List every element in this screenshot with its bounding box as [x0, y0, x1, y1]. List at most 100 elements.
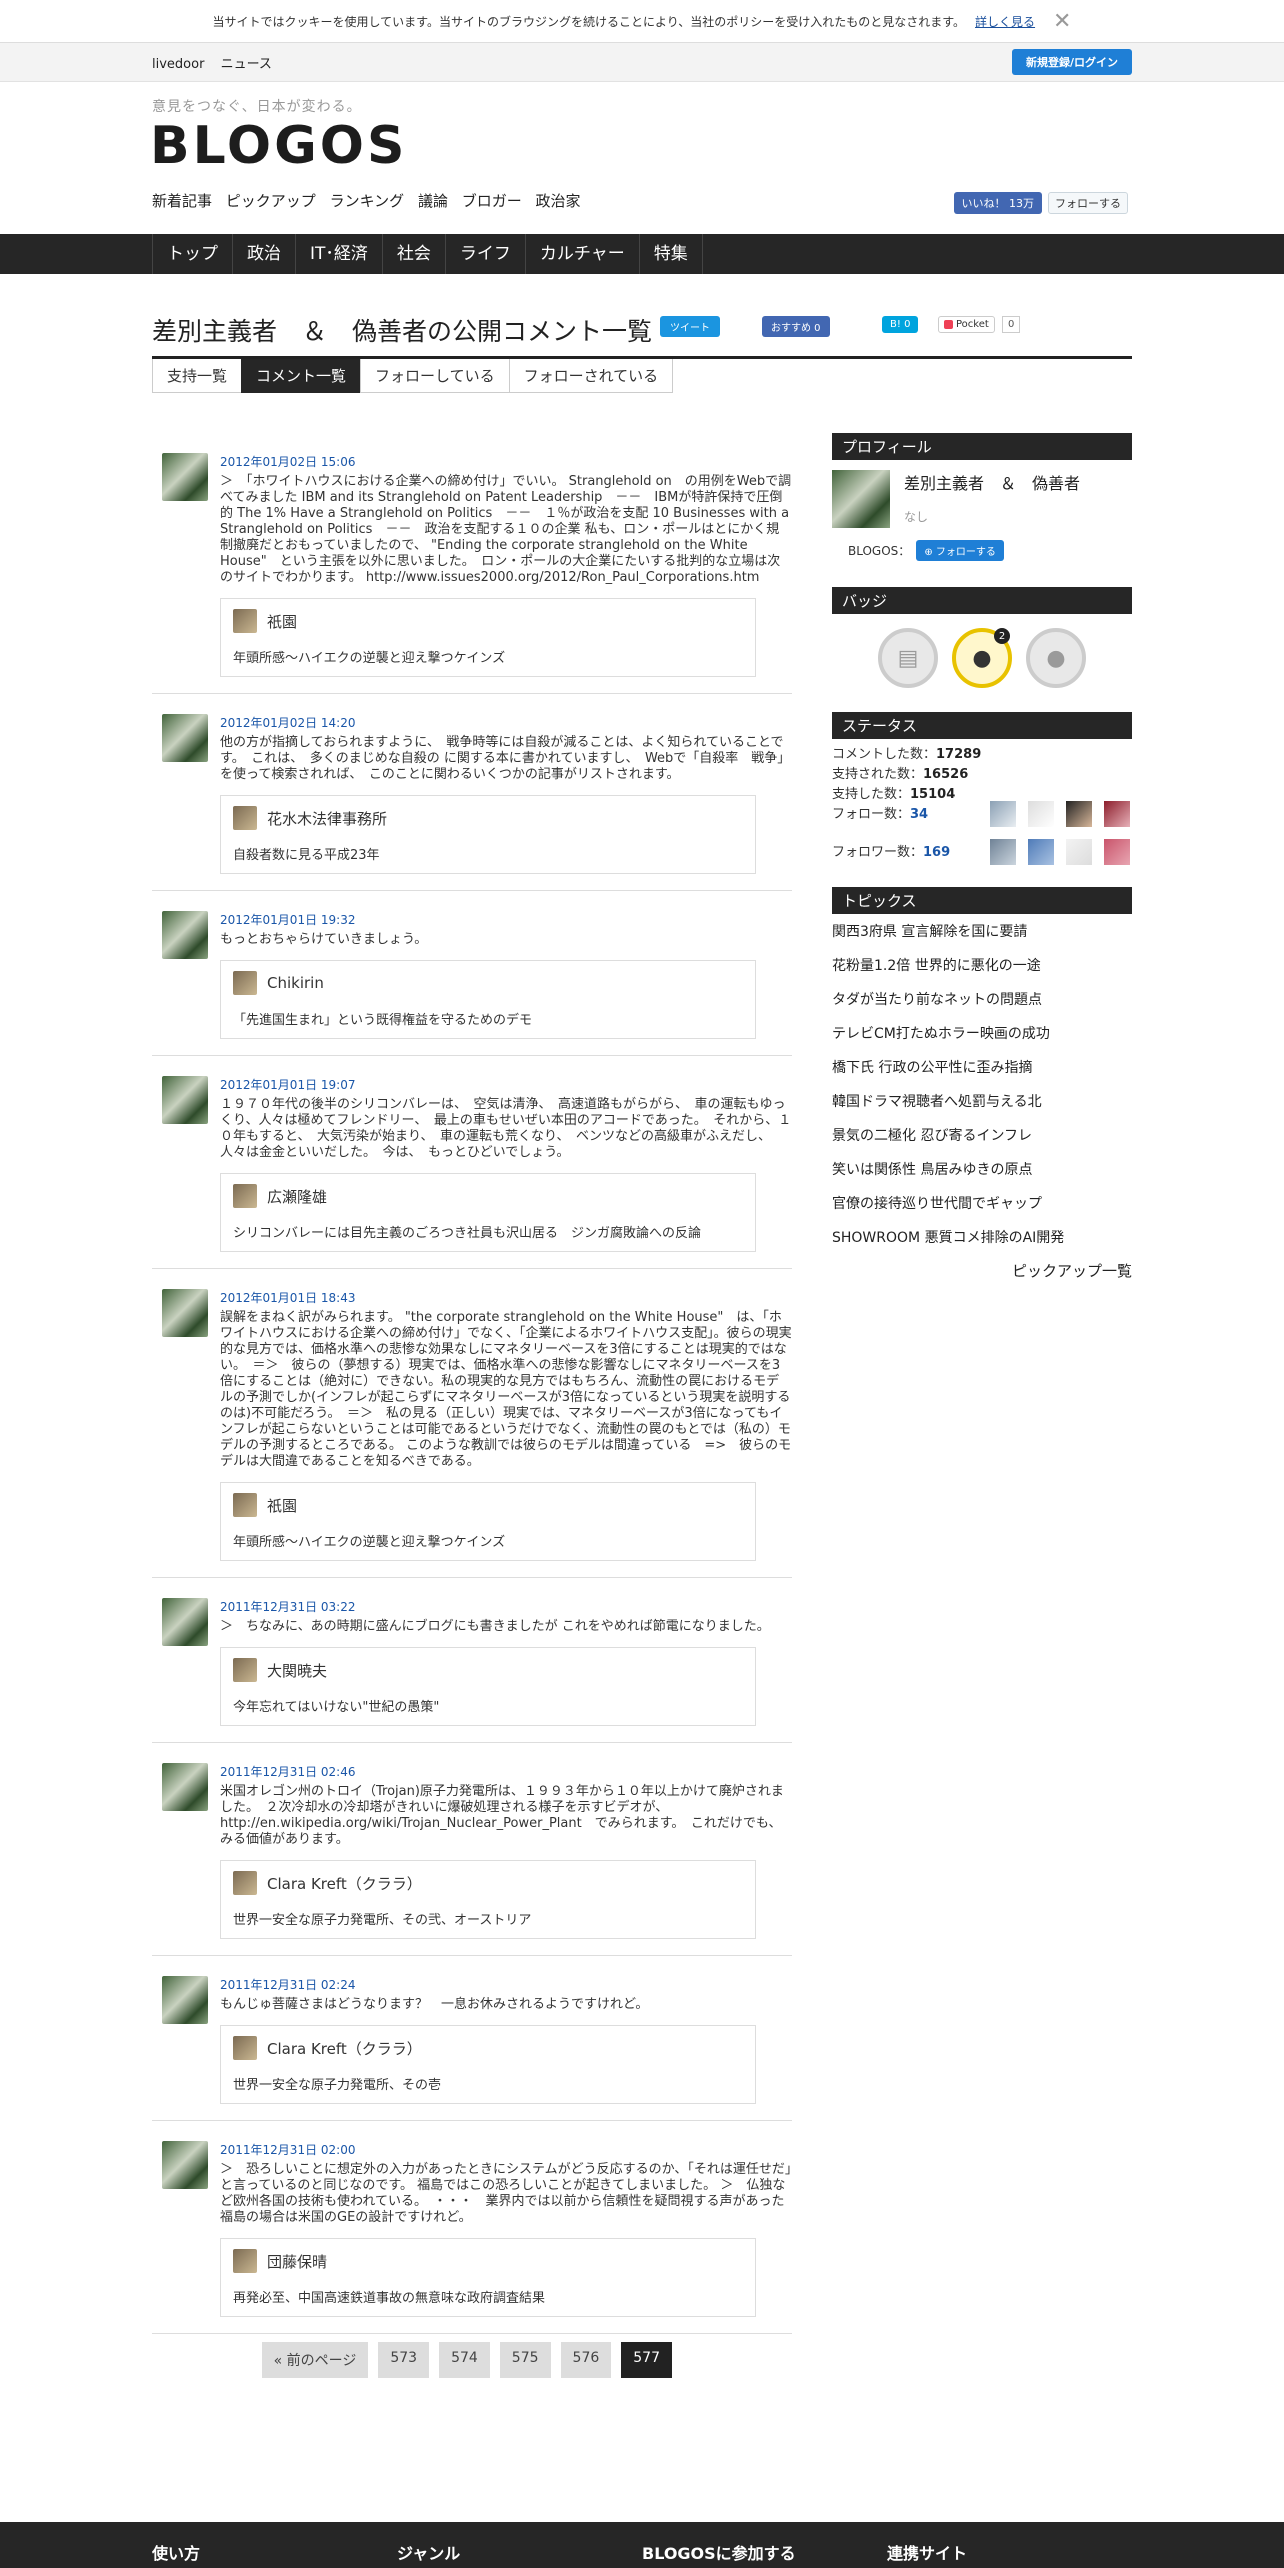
- post-title[interactable]: 年頭所感〜ハイエクの逆襲と迎え撃つケインズ: [233, 1531, 743, 1550]
- avatar[interactable]: [1066, 839, 1092, 865]
- commented-post-card[interactable]: Clara Kreft（クララ） 世界一安全な原子力発電所、その壱: [220, 2025, 756, 2104]
- page-number-button[interactable]: 576: [560, 2342, 612, 2378]
- topic-link[interactable]: 笑いは関係性 鳥居みゆきの原点: [832, 1152, 1132, 1186]
- news-link[interactable]: ニュース: [221, 57, 272, 72]
- topic-link[interactable]: 韓国ドラマ視聴者へ処罰与える北: [832, 1084, 1132, 1118]
- comment-timestamp[interactable]: 2012年01月01日 19:32: [220, 911, 792, 928]
- avatar[interactable]: [1104, 839, 1130, 865]
- avatar[interactable]: [162, 2141, 208, 2189]
- pickup-list-link[interactable]: ピックアップ一覧: [832, 1260, 1132, 1281]
- topic-link[interactable]: 官僚の接待巡り世代間でギャップ: [832, 1186, 1132, 1220]
- post-author-name[interactable]: 広瀬隆雄: [267, 1186, 327, 1207]
- facebook-recommend-button[interactable]: おすすめ 0: [762, 316, 830, 337]
- facebook-badge-icon[interactable]: ●: [1026, 628, 1086, 688]
- post-title[interactable]: 「先進国生まれ」という既得権益を守るためのデモ: [233, 1009, 743, 1028]
- comment-timestamp[interactable]: 2012年01月02日 15:06: [220, 453, 792, 470]
- post-author-name[interactable]: 花水木法律事務所: [267, 808, 387, 829]
- topic-link[interactable]: 関西3府県 宣言解除を国に要請: [832, 914, 1132, 948]
- post-title[interactable]: 今年忘れてはいけない"世紀の愚策": [233, 1696, 743, 1715]
- avatar[interactable]: [990, 801, 1016, 827]
- hatena-bookmark-button[interactable]: B! 0: [882, 316, 919, 333]
- avatar[interactable]: [1028, 839, 1054, 865]
- post-author-name[interactable]: Clara Kreft（クララ）: [267, 1873, 422, 1894]
- followers-count-link[interactable]: 169: [923, 845, 950, 860]
- topic-link[interactable]: タダが当たり前なネットの問題点: [832, 982, 1132, 1016]
- livedoor-link[interactable]: livedoor: [152, 57, 204, 72]
- footer-genre[interactable]: ジャンル: [397, 2540, 642, 2564]
- avatar[interactable]: [162, 1976, 208, 2024]
- comment-timestamp[interactable]: 2011年12月31日 02:24: [220, 1976, 792, 1993]
- commented-post-card[interactable]: 広瀬隆雄シリコンバレーには目先主義のごろつき社員も沢山居る ジンガ腐敗論への反論: [220, 1173, 756, 1252]
- commented-post-card[interactable]: Clara Kreft（クララ） 世界一安全な原子力発電所、その弐、オーストリア: [220, 1860, 756, 1939]
- comment-timestamp[interactable]: 2012年01月01日 18:43: [220, 1289, 792, 1306]
- avatar[interactable]: [162, 453, 208, 501]
- post-author-name[interactable]: 祇園: [267, 1495, 297, 1516]
- page-number-button[interactable]: 574: [439, 2342, 490, 2378]
- speaker-badge-icon[interactable]: ● 2: [952, 628, 1012, 688]
- topic-link[interactable]: テレビCM打たぬホラー映画の成功: [832, 1016, 1132, 1050]
- subnav-blogger[interactable]: ブロガー: [462, 192, 522, 210]
- newspaper-badge-icon[interactable]: ▤: [878, 628, 938, 688]
- nav-special[interactable]: 特集: [638, 234, 703, 274]
- comment-timestamp[interactable]: 2011年12月31日 03:22: [220, 1598, 792, 1615]
- tab-comments[interactable]: コメント一覧: [241, 359, 362, 393]
- commented-post-card[interactable]: 祇園年頭所感〜ハイエクの逆襲と迎え撃つケインズ: [220, 598, 756, 677]
- avatar[interactable]: [1028, 801, 1054, 827]
- commented-post-card[interactable]: 祇園年頭所感〜ハイエクの逆襲と迎え撃つケインズ: [220, 1482, 756, 1561]
- commented-post-card[interactable]: 大関暁夫今年忘れてはいけない"世紀の愚策": [220, 1647, 756, 1726]
- post-title[interactable]: 世界一安全な原子力発電所、その壱: [233, 2074, 743, 2093]
- comment-timestamp[interactable]: 2012年01月01日 19:07: [220, 1076, 792, 1093]
- facebook-like-button[interactable]: いいね！ 13万: [953, 192, 1042, 214]
- page-number-button[interactable]: 575: [499, 2342, 551, 2378]
- topic-link[interactable]: SHOWROOM 悪質コメ排除のAI開発: [832, 1220, 1132, 1254]
- nav-politics[interactable]: 政治: [232, 234, 295, 274]
- post-title[interactable]: 自殺者数に見る平成23年: [233, 844, 743, 863]
- blogos-logo[interactable]: BLOGOS: [150, 116, 407, 176]
- avatar[interactable]: [1104, 801, 1130, 827]
- avatar[interactable]: [162, 1598, 208, 1646]
- twitter-follow-button[interactable]: フォローする: [1048, 192, 1128, 214]
- page-number-button[interactable]: 573: [378, 2342, 430, 2378]
- post-title[interactable]: 年頭所感〜ハイエクの逆襲と迎え撃つケインズ: [233, 647, 743, 666]
- avatar[interactable]: [162, 1289, 208, 1337]
- tweet-button[interactable]: ツイート: [660, 316, 720, 337]
- subnav-debate[interactable]: 議論: [418, 192, 448, 210]
- footer-join[interactable]: BLOGOSに参加する: [642, 2540, 887, 2564]
- prev-page-button[interactable]: « 前のページ: [261, 2342, 369, 2378]
- post-author-name[interactable]: 祇園: [267, 611, 297, 632]
- footer-partners[interactable]: 連携サイト: [887, 2540, 1132, 2564]
- post-author-name[interactable]: 団藤保晴: [267, 2251, 327, 2272]
- avatar[interactable]: [162, 1763, 208, 1811]
- cookie-more-link[interactable]: 詳しく見る: [975, 13, 1035, 30]
- avatar[interactable]: [162, 911, 208, 959]
- subnav-pickup[interactable]: ピックアップ: [226, 192, 316, 210]
- tab-followers[interactable]: フォローされている: [508, 359, 674, 393]
- nav-it-economy[interactable]: IT･経済: [295, 234, 382, 274]
- tab-supports[interactable]: 支持一覧: [152, 359, 243, 393]
- comment-timestamp[interactable]: 2012年01月02日 14:20: [220, 714, 792, 731]
- subnav-politician[interactable]: 政治家: [536, 192, 581, 210]
- pocket-button[interactable]: Pocket: [938, 316, 995, 333]
- post-author-name[interactable]: Clara Kreft（クララ）: [267, 2038, 422, 2059]
- commented-post-card[interactable]: 団藤保晴再発必至、中国高速鉄道事故の無意味な政府調査結果: [220, 2238, 756, 2317]
- post-author-name[interactable]: 大関暁夫: [267, 1660, 327, 1681]
- topic-link[interactable]: 景気の二極化 忍び寄るインフレ: [832, 1118, 1132, 1152]
- topic-link[interactable]: 花粉量1.2倍 世界的に悪化の一途: [832, 948, 1132, 982]
- post-title[interactable]: シリコンバレーには目先主義のごろつき社員も沢山居る ジンガ腐敗論への反論: [233, 1222, 743, 1241]
- commented-post-card[interactable]: Chikirin 「先進国生まれ」という既得権益を守るためのデモ: [220, 960, 756, 1039]
- post-author-name[interactable]: Chikirin: [267, 974, 324, 992]
- footer-usage[interactable]: 使い方: [152, 2540, 397, 2564]
- tab-following[interactable]: フォローしている: [360, 359, 510, 393]
- nav-culture[interactable]: カルチャー: [524, 234, 639, 274]
- commented-post-card[interactable]: 花水木法律事務所自殺者数に見る平成23年: [220, 795, 756, 874]
- post-title[interactable]: 世界一安全な原子力発電所、その弐、オーストリア: [233, 1909, 743, 1928]
- nav-top[interactable]: トップ: [152, 234, 232, 274]
- avatar[interactable]: [1066, 801, 1092, 827]
- topic-link[interactable]: 橋下氏 行政の公平性に歪み指摘: [832, 1050, 1132, 1084]
- follow-button[interactable]: ⊕ フォローする: [916, 540, 1004, 561]
- avatar[interactable]: [162, 1076, 208, 1124]
- nav-society[interactable]: 社会: [381, 234, 445, 274]
- avatar[interactable]: [990, 839, 1016, 865]
- following-count-link[interactable]: 34: [910, 807, 928, 822]
- post-title[interactable]: 再発必至、中国高速鉄道事故の無意味な政府調査結果: [233, 2287, 743, 2306]
